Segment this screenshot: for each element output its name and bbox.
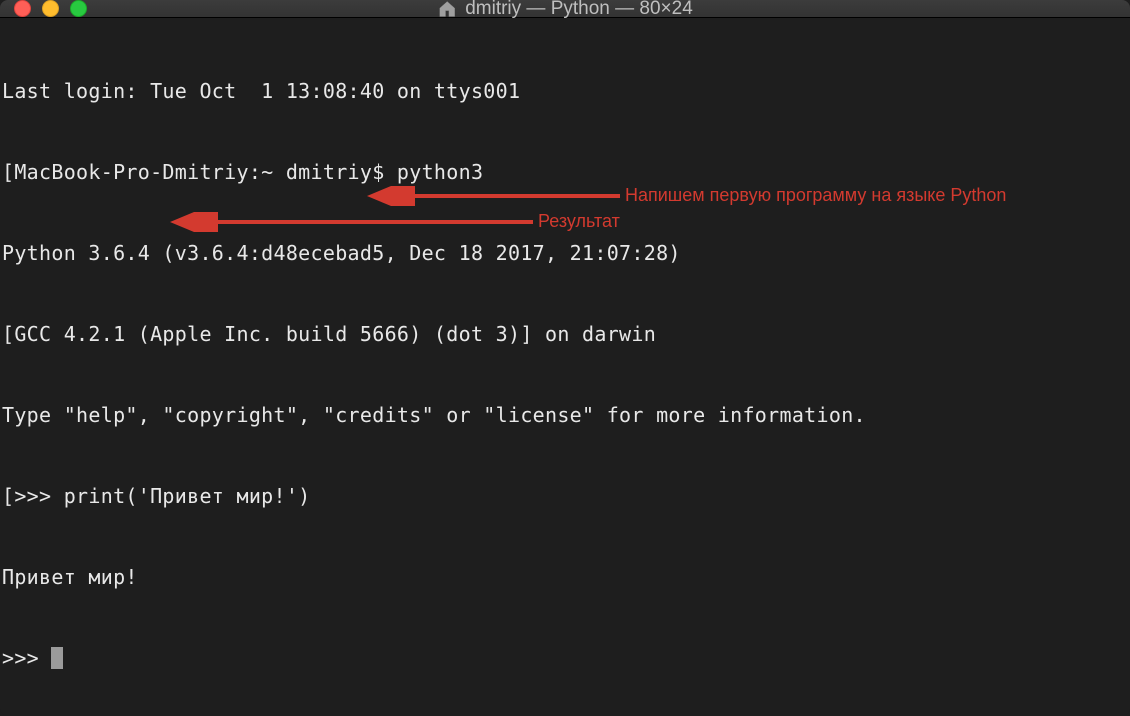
terminal-window: dmitriy — Python — 80×24 Last login: Tue… bbox=[0, 0, 1130, 716]
terminal-line: Type "help", "copyright", "credits" or "… bbox=[2, 402, 1128, 429]
terminal-line: [MacBook-Pro-Dmitriy:~ dmitriy$ python3 bbox=[2, 159, 1128, 186]
terminal-line: Last login: Tue Oct 1 13:08:40 on ttys00… bbox=[2, 78, 1128, 105]
annotation-label: Результат bbox=[538, 208, 620, 235]
terminal-line: [GCC 4.2.1 (Apple Inc. build 5666) (dot … bbox=[2, 321, 1128, 348]
terminal-prompt-line: >>> bbox=[2, 645, 1128, 672]
terminal-line-input: [>>> print('Привет мир!') bbox=[2, 483, 1128, 510]
arrow-icon bbox=[365, 186, 625, 206]
annotation-label: Напишем первую программу на языке Python bbox=[625, 182, 1006, 209]
traffic-lights-group bbox=[14, 0, 87, 17]
terminal-line-output: Привет мир! bbox=[2, 564, 1128, 591]
arrow-icon bbox=[168, 212, 538, 232]
window-titlebar: dmitriy — Python — 80×24 bbox=[0, 0, 1130, 18]
annotation-result: Результат bbox=[168, 208, 620, 235]
annotation-first-program: Напишем первую программу на языке Python bbox=[365, 182, 1006, 209]
terminal-line: Python 3.6.4 (v3.6.4:d48ecebad5, Dec 18 … bbox=[2, 240, 1128, 267]
zoom-button[interactable] bbox=[70, 0, 87, 17]
home-icon bbox=[437, 0, 457, 19]
window-title: dmitriy — Python — 80×24 bbox=[437, 0, 693, 20]
close-button[interactable] bbox=[14, 0, 31, 17]
terminal-content[interactable]: Last login: Tue Oct 1 13:08:40 on ttys00… bbox=[0, 18, 1130, 716]
minimize-button[interactable] bbox=[42, 0, 59, 17]
window-title-text: dmitriy — Python — 80×24 bbox=[465, 0, 693, 20]
cursor bbox=[51, 647, 63, 669]
terminal-prompt: >>> bbox=[2, 646, 51, 670]
